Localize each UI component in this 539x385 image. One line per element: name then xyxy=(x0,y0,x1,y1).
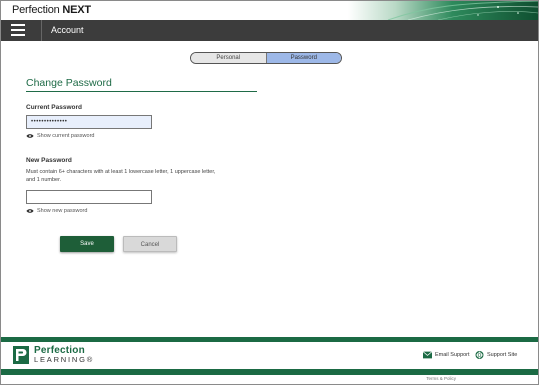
show-new-password-toggle[interactable]: Show new password xyxy=(26,208,87,214)
page-title: Account xyxy=(51,25,84,35)
heading-divider xyxy=(26,91,257,92)
save-button[interactable]: Save xyxy=(60,236,114,252)
perfection-next-logo[interactable]: Perfection NEXT xyxy=(12,4,91,16)
brand-banner: Perfection NEXT xyxy=(1,1,538,20)
current-password-label: Current Password xyxy=(26,104,82,111)
pl-logo-mark-icon xyxy=(13,346,29,364)
password-requirements-hint: Must contain 6+ characters with at least… xyxy=(26,168,226,184)
email-support-label: Email Support xyxy=(435,352,470,358)
change-password-heading: Change Password xyxy=(26,77,112,89)
current-password-field[interactable] xyxy=(26,115,152,129)
perfection-learning-logo[interactable]: Perfection LEARNING® xyxy=(13,346,94,364)
cancel-button[interactable]: Cancel xyxy=(123,236,177,252)
logo-text: Perfection xyxy=(12,4,63,16)
hamburger-icon[interactable] xyxy=(11,24,25,36)
tab-personal[interactable]: Personal xyxy=(191,53,267,63)
footer: Perfection LEARNING® Email Support Suppo… xyxy=(1,342,538,369)
nav-divider xyxy=(41,20,42,41)
new-password-label: New Password xyxy=(26,157,72,164)
show-current-password-label: Show current password xyxy=(37,133,95,139)
envelope-icon xyxy=(423,351,432,359)
hint-line-1: Must contain 6+ characters with at least… xyxy=(26,169,216,175)
tab-password[interactable]: Password xyxy=(266,53,341,63)
footer-small-link[interactable]: Terms & Policy xyxy=(426,376,456,381)
support-site-label: Support Site xyxy=(487,352,518,358)
banner-artwork xyxy=(348,1,538,20)
hint-line-2: and 1 number. xyxy=(26,177,62,183)
lifebuoy-icon xyxy=(475,351,484,359)
new-password-field[interactable] xyxy=(26,190,152,204)
show-current-password-toggle[interactable]: Show current password xyxy=(26,133,94,139)
footer-bottom-bar: Terms & Policy xyxy=(1,375,538,384)
support-site-link[interactable]: Support Site xyxy=(475,351,517,359)
email-support-link[interactable]: Email Support xyxy=(423,351,470,359)
logo-sub: LEARNING® xyxy=(34,355,95,364)
logo-next-text: NEXT xyxy=(62,4,91,16)
eye-icon xyxy=(26,134,34,138)
top-nav-bar: Account xyxy=(1,20,538,41)
logo-name: Perfection xyxy=(34,345,85,356)
eye-icon xyxy=(26,209,34,213)
show-new-password-label: Show new password xyxy=(37,208,88,214)
account-tabs: Personal Password xyxy=(190,52,342,64)
